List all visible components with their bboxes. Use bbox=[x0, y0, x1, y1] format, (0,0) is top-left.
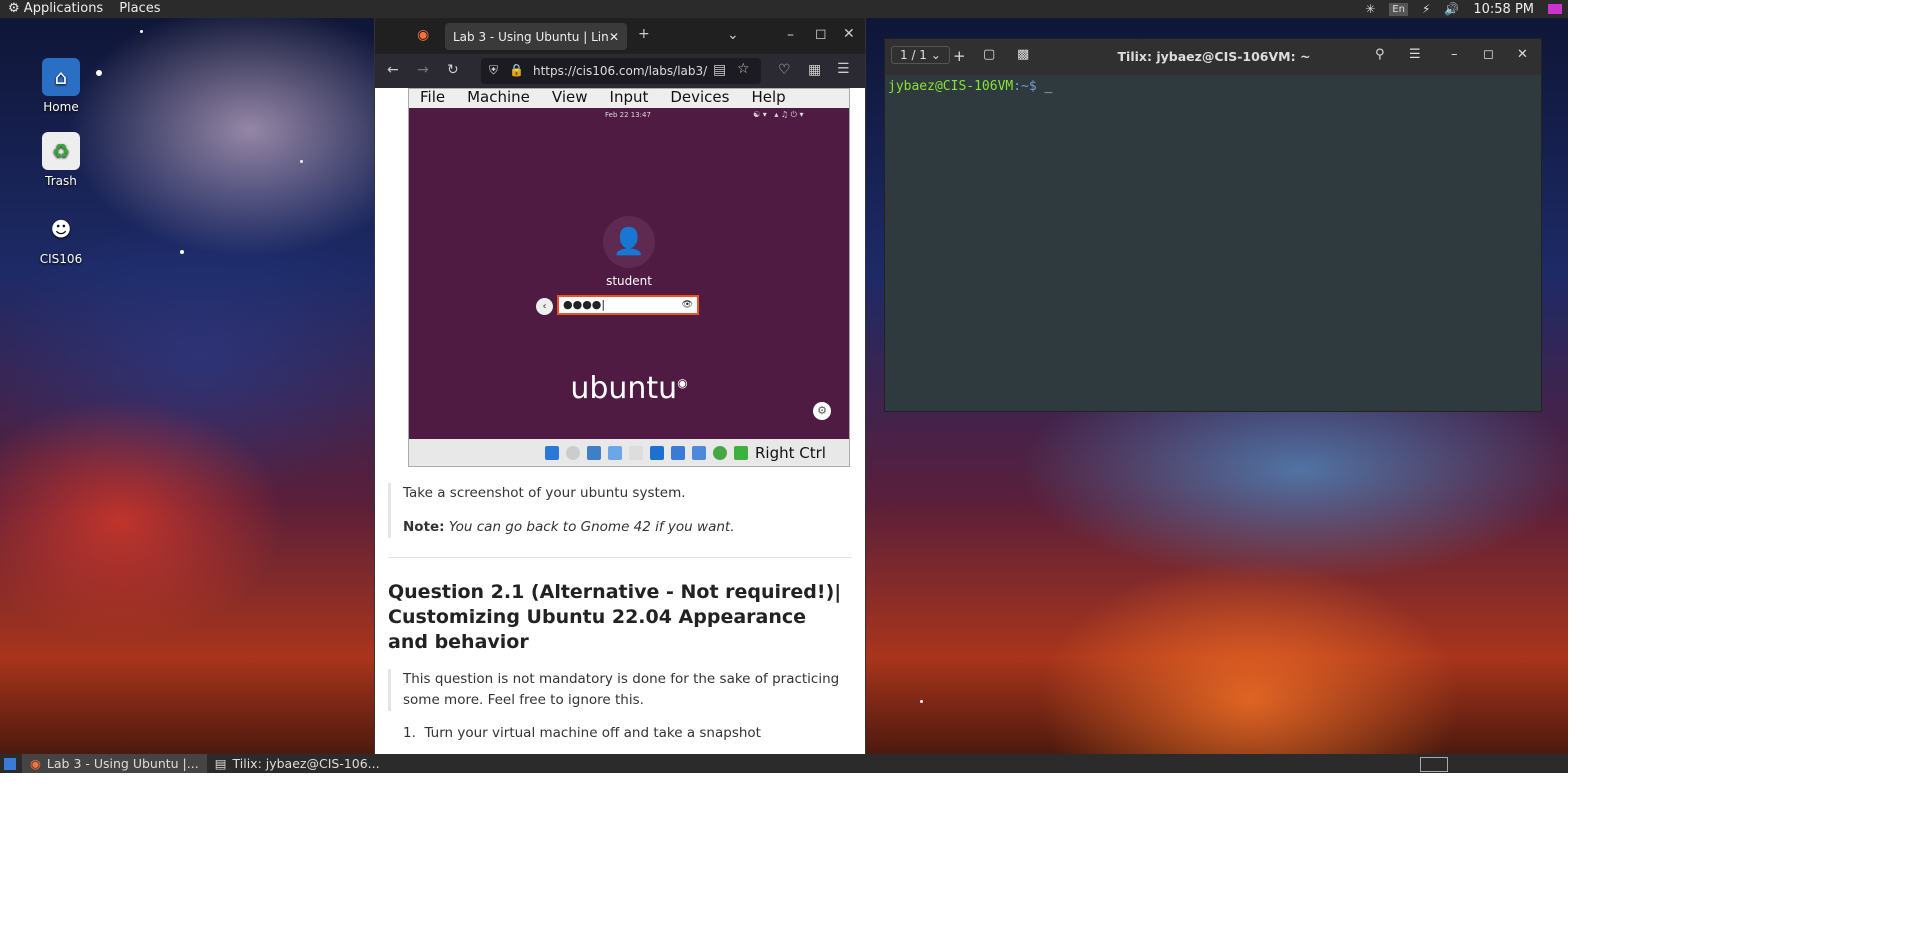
display-icon[interactable] bbox=[1548, 4, 1562, 14]
hide-password-icon: 👁 bbox=[681, 300, 693, 310]
vm-menu-file: File bbox=[420, 88, 446, 106]
vm-menu-help: Help bbox=[751, 88, 786, 106]
firefox-tab-bar: ◉ Lab 3 - Using Ubuntu | Linux ✕ + ⌄ – ◻… bbox=[375, 18, 865, 54]
vm-datetime: Feb 22 13:47 bbox=[605, 111, 651, 119]
vm-storage-icon bbox=[545, 445, 559, 460]
vm-host-key-label: Right Ctrl bbox=[755, 443, 826, 462]
network-icon[interactable]: ✳ bbox=[1365, 2, 1375, 16]
shield-icon: ⛨ bbox=[489, 63, 499, 77]
virtualbox-screenshot: File Machine View Input Devices Help Feb… bbox=[408, 88, 850, 467]
maximize-button[interactable]: ◻ bbox=[815, 26, 827, 42]
vm-menu-input: Input bbox=[609, 88, 649, 106]
extensions-icon[interactable]: ▦ bbox=[808, 62, 821, 78]
bookmark-star-icon[interactable]: ☆ bbox=[737, 61, 750, 77]
tilix-header: 1 / 1 ⌄ + ▢ ▩ Tilix: jybaez@CIS-106VM: ~… bbox=[885, 39, 1541, 75]
browser-tab[interactable]: Lab 3 - Using Ubuntu | Linux ✕ bbox=[445, 23, 627, 50]
vm-shared-folder-icon bbox=[629, 445, 643, 460]
vm-keyboard-icon bbox=[734, 445, 748, 460]
pocket-icon[interactable]: ♡ bbox=[778, 62, 791, 78]
note-label: Note: bbox=[403, 519, 445, 535]
firefox-icon: ◉ bbox=[417, 27, 430, 43]
vm-back-icon: ‹ bbox=[536, 298, 553, 315]
applications-menu[interactable]: ⚙ Applications bbox=[0, 0, 111, 18]
terminal-cursor: _ bbox=[1044, 79, 1053, 94]
close-tab-icon[interactable]: ✕ bbox=[609, 30, 619, 44]
terminal-area[interactable]: jybaez@CIS-106VM:~$ _ bbox=[885, 75, 1541, 411]
trash-icon: ♻ bbox=[42, 132, 80, 170]
vm-mouse-icon bbox=[713, 445, 727, 460]
vm-usb-icon bbox=[608, 445, 622, 460]
top-panel: ⚙ Applications Places ✳ En ⚡ 🔊 10:58 PM bbox=[0, 0, 1568, 18]
firefox-window: ◉ Lab 3 - Using Ubuntu | Linux ✕ + ⌄ – ◻… bbox=[374, 18, 866, 754]
vm-status-bar: Right Ctrl bbox=[409, 439, 849, 466]
divider bbox=[388, 557, 852, 558]
forward-arrow-icon[interactable]: → bbox=[417, 62, 429, 78]
instruction-text: Take a screenshot of your ubuntu system. bbox=[403, 485, 686, 501]
vm-menu-devices: Devices bbox=[670, 88, 730, 106]
keyboard-layout-indicator[interactable]: En bbox=[1389, 2, 1408, 16]
desktop-icon-home[interactable]: ⌂ Home bbox=[21, 58, 101, 114]
list-tabs-chevron-icon[interactable]: ⌄ bbox=[727, 27, 739, 43]
tilix-close-button[interactable]: ✕ bbox=[1517, 47, 1528, 62]
vm-settings-gear-icon: ⚙ bbox=[813, 402, 831, 420]
tilix-window: 1 / 1 ⌄ + ▢ ▩ Tilix: jybaez@CIS-106VM: ~… bbox=[884, 38, 1542, 412]
vm-optical-icon bbox=[566, 445, 580, 460]
navigation-bar: ← → ↻ ⛨ 🔒 https://cis106.com/labs/lab3/ … bbox=[375, 54, 865, 88]
user-avatar-icon: 👤 bbox=[603, 216, 655, 268]
tilix-maximize-button[interactable]: ◻ bbox=[1483, 47, 1494, 62]
taskbar: ◉ Lab 3 - Using Ubuntu |... ▤ Tilix: jyb… bbox=[0, 754, 1568, 773]
clock[interactable]: 10:58 PM bbox=[1473, 2, 1534, 17]
firefox-icon: ◉ bbox=[30, 756, 41, 771]
reload-icon[interactable]: ↻ bbox=[447, 62, 459, 78]
home-folder-icon: ⌂ bbox=[42, 58, 80, 96]
vm-display-icon bbox=[650, 445, 664, 460]
question-heading: Question 2.1 (Alternative - Not required… bbox=[388, 581, 842, 653]
ubuntu-logo: ubuntu◉ bbox=[570, 371, 688, 406]
vm-menu-bar: File Machine View Input Devices Help bbox=[409, 89, 849, 108]
reader-view-icon[interactable]: ▤ bbox=[713, 62, 726, 78]
workspace-switcher[interactable] bbox=[1420, 757, 1448, 772]
page-content: File Machine View Input Devices Help Feb… bbox=[375, 88, 865, 754]
show-desktop-icon[interactable] bbox=[4, 757, 16, 770]
vm-password-field: ●●●●| 👁 bbox=[557, 295, 699, 315]
minimize-button[interactable]: – bbox=[787, 27, 794, 43]
vm-tray-icons: ☯ ▾ ▴ ♫ ⏻ ▾ bbox=[753, 110, 804, 119]
back-arrow-icon[interactable]: ← bbox=[387, 62, 399, 78]
vm-username: student bbox=[606, 274, 652, 288]
vm-login-screen: Feb 22 13:47 ☯ ▾ ▴ ♫ ⏻ ▾ 👤 student ‹ ●●●… bbox=[409, 108, 849, 439]
places-menu[interactable]: Places bbox=[111, 0, 168, 18]
vm-cpu-icon bbox=[692, 445, 706, 460]
vm-menu-view: View bbox=[551, 88, 588, 106]
desktop-icon-cis106[interactable]: ☻ CIS106 bbox=[21, 210, 101, 266]
tilix-minimize-button[interactable]: – bbox=[1451, 47, 1458, 62]
taskbar-item-firefox[interactable]: ◉ Lab 3 - Using Ubuntu |... bbox=[22, 754, 207, 773]
lock-icon: 🔒 bbox=[509, 63, 524, 77]
prompt-user: jybaez@CIS-106VM bbox=[888, 79, 1014, 94]
vm-menu-machine: Machine bbox=[467, 88, 530, 106]
note-text: You can go back to Gnome 42 if you want. bbox=[448, 519, 735, 535]
list-item: 1. Turn your virtual machine off and tak… bbox=[403, 725, 761, 741]
vm-network-icon bbox=[587, 445, 601, 460]
volume-icon[interactable]: 🔊 bbox=[1444, 2, 1459, 16]
vm-recording-icon bbox=[671, 445, 685, 460]
battery-icon[interactable]: ⚡ bbox=[1422, 2, 1430, 16]
taskbar-item-tilix[interactable]: ▤ Tilix: jybaez@CIS-106... bbox=[207, 754, 388, 773]
hamburger-menu-icon[interactable]: ☰ bbox=[837, 61, 850, 77]
cis106-folder-icon: ☻ bbox=[50, 217, 72, 241]
close-window-button[interactable]: ✕ bbox=[843, 26, 855, 42]
tilix-title: Tilix: jybaez@CIS-106VM: ~ bbox=[1117, 49, 1311, 64]
tilix-menu-icon[interactable]: ☰ bbox=[1409, 47, 1421, 62]
terminal-icon: ▤ bbox=[214, 756, 227, 771]
search-icon[interactable]: ⚲ bbox=[1375, 47, 1385, 62]
desktop-icon-trash[interactable]: ♻ Trash bbox=[21, 132, 101, 188]
new-tab-button[interactable]: + bbox=[638, 26, 650, 42]
article-body: Take a screenshot of your ubuntu system.… bbox=[388, 483, 852, 744]
prompt-path: :~$ bbox=[1013, 79, 1037, 94]
question-intro: This question is not mandatory is done f… bbox=[403, 671, 840, 708]
